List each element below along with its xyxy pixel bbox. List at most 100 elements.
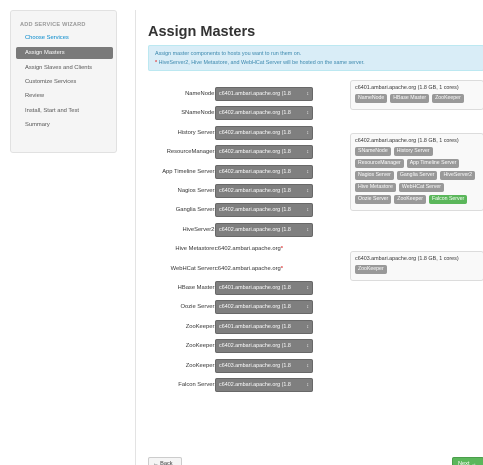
assignment-row: HBase Master: c6401.ambari.apache.org (1.… [136,281,336,295]
component-badge: ResourceManager [355,159,404,168]
host-select[interactable]: c6402.ambari.apache.org (1.8 ↕ [215,184,313,198]
component-label: ResourceManager: [166,149,216,156]
host-select[interactable]: c6401.ambari.apache.org (1.8 ↕ [215,281,313,295]
component-badge: HiveServer2 [440,171,476,180]
host-card-title: c6403.ambari.apache.org (1.8 GB, 1 cores… [355,256,459,262]
component-label: Oozie Server: [180,304,216,311]
component-label: SNameNode: [181,110,216,117]
host-select-value: c6402.ambari.apache.org (1.8 [219,382,291,388]
host-select-value: c6402.ambari.apache.org (1.8 [219,188,291,194]
updown-arrows-icon: ↕ [306,304,310,311]
assignment-row: WebHCat Server: c6402.ambari.apache.org* [136,262,336,276]
sidebar-item-assign-masters[interactable]: Assign Masters [16,47,113,59]
component-label: Hive Metastore: [175,246,216,253]
component-label: NameNode: [185,91,216,97]
info-alert: Assign master components to hosts you wa… [148,45,483,71]
assignment-row: ZooKeeper: c6401.ambari.apache.org (1.8 ↕ [136,319,336,334]
updown-arrows-icon: ↕ [306,168,310,175]
component-label: Nagios Server: [177,188,216,194]
updown-arrows-icon: ↕ [306,207,310,214]
back-button[interactable]: ← Back [148,457,182,465]
sidebar-item-choose-services[interactable]: Choose Services [16,32,113,44]
assignment-row: Falcon Server: c6402.ambari.apache.org (1… [136,378,336,392]
assignment-row: ZooKeeper: c6402.ambari.apache.org (1.8 ↕ [136,339,336,354]
host-card-title: c6402.ambari.apache.org (1.8 GB, 1 cores… [355,138,459,144]
component-label: App Timeline Server: [162,168,216,175]
host-select-value: c6402.ambari.apache.org (1.8 [219,129,291,136]
host-card-c6401: c6401.ambari.apache.org (1.8 GB, 1 cores… [350,80,483,110]
host-select[interactable]: c6402.ambari.apache.org (1.8 ↕ [215,145,313,160]
assignment-row: NameNode: c6401.ambari.apache.org (1.8 ↕ [136,87,336,101]
component-label: ZooKeeper: [185,323,216,330]
host-select[interactable]: c6402.ambari.apache.org (1.8 ↕ [215,378,313,392]
sidebar-item-customize-services: Customize Services [25,79,77,85]
host-select[interactable]: c6402.ambari.apache.org (1.8 ↕ [215,203,313,218]
required-star-icon: * [280,246,284,253]
updown-arrows-icon: ↕ [306,362,310,369]
component-label: ZooKeeper: [185,343,216,350]
updown-arrows-icon: ↕ [306,149,310,156]
host-select[interactable]: c6401.ambari.apache.org (1.8 ↕ [215,87,313,101]
host-select[interactable]: c6402.ambari.apache.org (1.8 ↕ [215,339,313,354]
updown-arrows-icon: ↕ [306,188,310,194]
component-label: Falcon Server: [178,382,216,388]
assignment-row: Ganglia Server: c6402.ambari.apache.org (… [136,203,336,218]
updown-arrows-icon: ↕ [306,110,310,117]
assignment-row: ResourceManager: c6402.ambari.apache.org … [136,145,336,160]
host-select-value: c6402.ambari.apache.org (1.8 [219,110,291,117]
sidebar-item-review: Review [25,93,45,99]
main-panel: Assign Masters Assign master components … [135,10,483,465]
sidebar-item-install-start-test: Install, Start and Test [25,108,80,114]
component-badge: Nagios Server [355,171,394,180]
assignment-row: History Server: c6402.ambari.apache.org (… [136,125,336,140]
host-select[interactable]: c6402.ambari.apache.org (1.8 ↕ [215,106,313,121]
component-badge: SNameNode [355,147,391,156]
updown-arrows-icon: ↕ [306,226,310,233]
component-badge: NameNode [355,94,388,103]
component-badge: Oozie Server [355,195,392,204]
required-star-icon: * [155,60,158,66]
host-static-value: c6402.ambari.apache.org* [215,242,283,256]
next-button[interactable]: Next → [452,457,483,465]
host-select-value: c6403.ambari.apache.org (1.8 [219,362,291,369]
component-badge: ZooKeeper [355,265,387,274]
host-select[interactable]: c6401.ambari.apache.org (1.8 ↕ [215,319,313,334]
host-select[interactable]: c6402.ambari.apache.org (1.8 ↕ [215,164,313,179]
assignment-row: ZooKeeper: c6403.ambari.apache.org (1.8 ↕ [136,358,336,373]
updown-arrows-icon: ↕ [306,129,310,136]
component-badge: HBase Master [390,94,430,103]
host-name: c6402.ambari.apache.org [215,246,281,253]
updown-arrows-icon: ↕ [306,323,310,330]
page-title: Assign Masters [148,24,256,40]
info-line-1: Assign master components to hosts you wa… [155,51,302,57]
updown-arrows-icon: ↕ [306,285,310,291]
component-label: Ganglia Server: [175,207,216,214]
component-label: History Server: [177,129,216,136]
assignment-row: Nagios Server: c6402.ambari.apache.org (1… [136,184,336,198]
host-select[interactable]: c6402.ambari.apache.org (1.8 ↕ [215,125,313,140]
host-select[interactable]: c6403.ambari.apache.org (1.8 ↕ [215,358,313,373]
host-static-value: c6402.ambari.apache.org* [215,262,283,276]
updown-arrows-icon: ↕ [306,343,310,350]
host-card-c6403: c6403.ambari.apache.org (1.8 GB, 1 cores… [350,251,483,281]
host-select-value: c6402.ambari.apache.org (1.8 [219,343,291,350]
host-select[interactable]: c6402.ambari.apache.org (1.8 ↕ [215,300,313,315]
component-badge: WebHCat Server [398,183,445,192]
host-select-value: c6401.ambari.apache.org (1.8 [219,91,291,97]
component-badge: History Server [393,147,433,156]
sidebar-title: ADD SERVICE WIZARD [20,22,86,28]
host-name: c6402.ambari.apache.org [215,265,281,272]
host-card-c6402: c6402.ambari.apache.org (1.8 GB, 1 cores… [350,133,483,211]
component-badge: ZooKeeper [394,195,426,204]
component-label: WebHCat Server: [170,265,216,272]
host-select[interactable]: c6402.ambari.apache.org (1.8 ↕ [215,222,313,237]
sidebar-item-summary: Summary [25,122,50,128]
info-line-2: HiveServer2, Hive Metastore, and WebHCat… [158,60,365,66]
wizard-sidebar: ADD SERVICE WIZARD Choose Services Assig… [10,10,117,153]
host-select-value: c6401.ambari.apache.org (1.8 [219,323,291,330]
component-badge: Falcon Server [428,195,468,204]
component-label: ZooKeeper: [185,362,216,369]
sidebar-item-assign-slaves: Assign Slaves and Clients [25,65,93,71]
host-select-value: c6402.ambari.apache.org (1.8 [219,207,291,214]
updown-arrows-icon: ↕ [306,91,310,97]
